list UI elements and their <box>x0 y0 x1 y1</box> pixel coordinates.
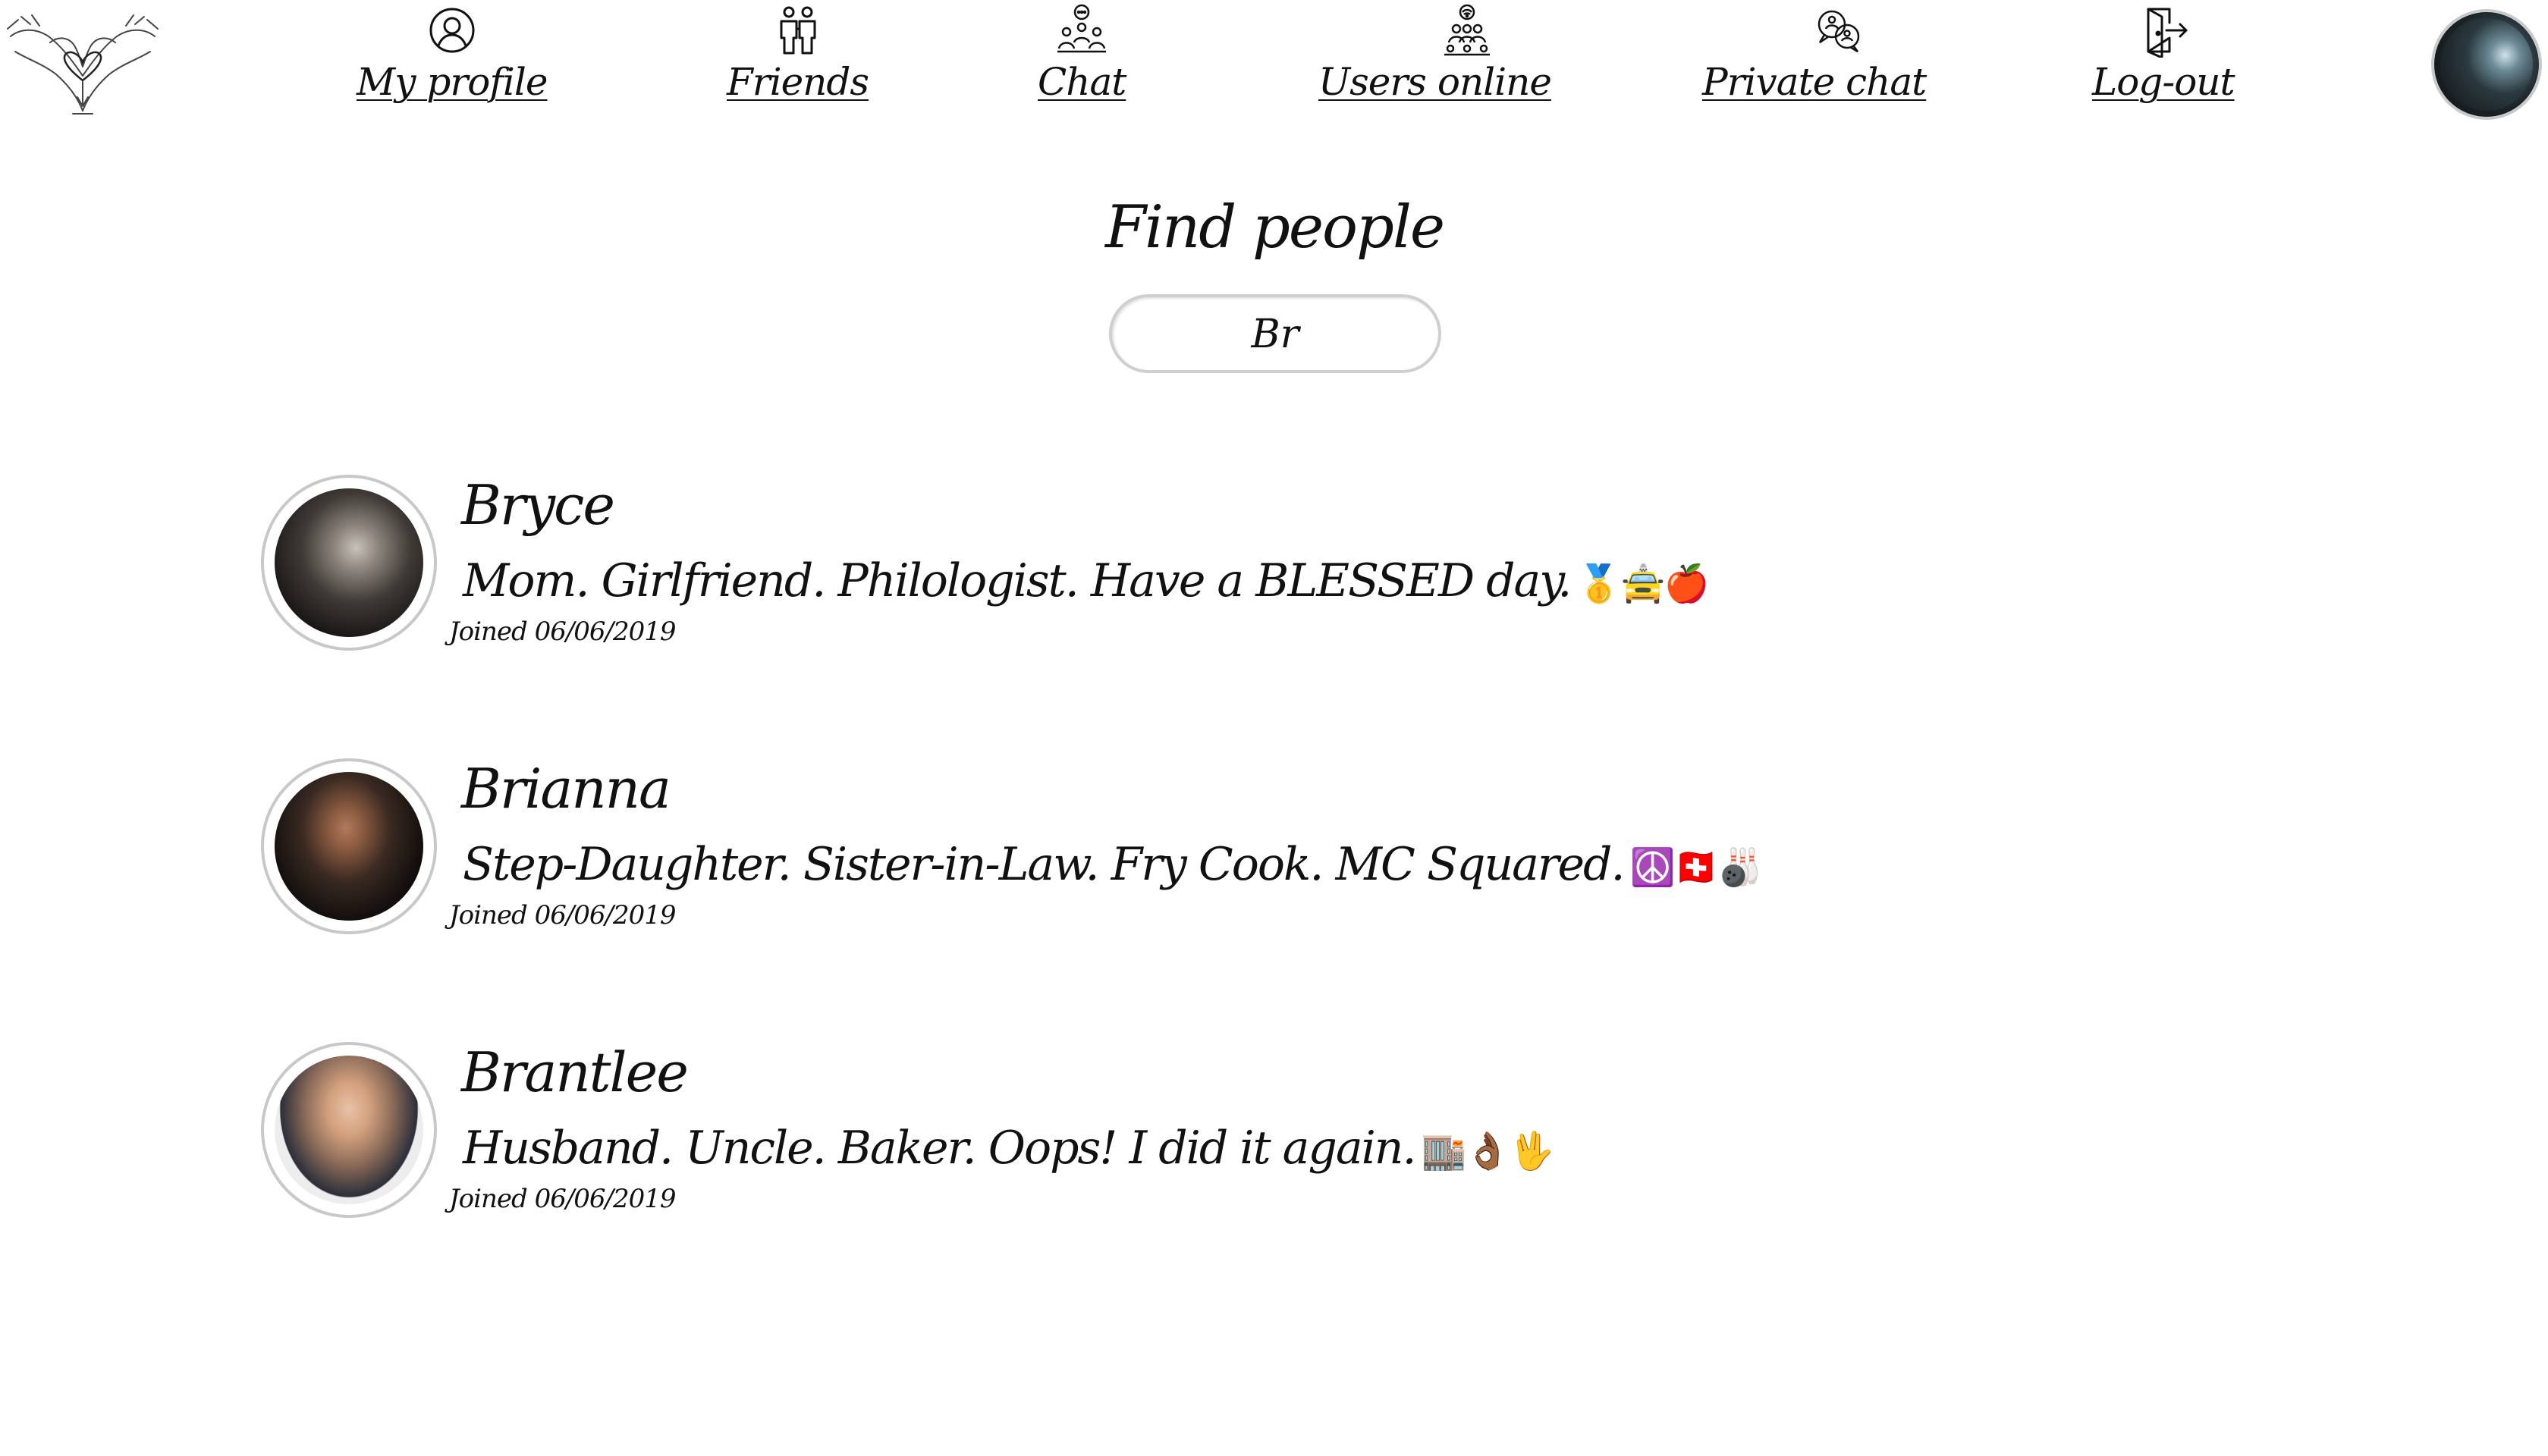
search-field-container[interactable] <box>1109 294 1441 373</box>
user-name[interactable]: Brianna <box>461 751 671 827</box>
joined-date: Joined 06/06/2019 <box>449 900 677 930</box>
nav-label-my-profile[interactable]: My profile <box>357 59 548 105</box>
nav-label-users-online[interactable]: Users online <box>1318 59 1552 105</box>
user-name[interactable]: Brantlee <box>461 1034 689 1110</box>
search-input[interactable] <box>1135 308 1415 361</box>
list-item: Brianna Step-Daughter. Sister-in-Law. Fr… <box>261 757 1778 940</box>
user-bio: Mom. Girlfriend. Philologist. Have a BLE… <box>463 551 1710 614</box>
avatar[interactable] <box>261 758 437 934</box>
nav-friends[interactable]: Friends <box>727 3 869 105</box>
user-bio-emojis: ☮️🇨🇭🎳 <box>1629 846 1763 889</box>
nav-label-log-out[interactable]: Log-out <box>2092 59 2235 105</box>
user-bio-text: Step-Daughter. Sister-in-Law. Fry Cook. … <box>463 838 1626 891</box>
avatar[interactable] <box>261 475 437 651</box>
user-bio-emojis: 🥇🚖🍎 <box>1576 563 1709 605</box>
joined-date: Joined 06/06/2019 <box>449 617 677 647</box>
private-chat-icon <box>1818 10 1859 53</box>
page-title: Find people <box>1104 193 1445 262</box>
logout-door-icon <box>2147 8 2188 58</box>
list-item: Bryce Mom. Girlfriend. Philologist. Have… <box>261 473 1778 657</box>
nav-label-friends[interactable]: Friends <box>727 59 869 105</box>
user-name[interactable]: Bryce <box>461 467 615 543</box>
nav-users-online[interactable]: Users online <box>1318 3 1552 105</box>
avatar[interactable] <box>261 1042 437 1218</box>
users-online-icon <box>1444 4 1491 56</box>
user-bio: Step-Daughter. Sister-in-Law. Fry Cook. … <box>463 834 1763 898</box>
user-circle-icon <box>429 8 475 53</box>
nav-chat[interactable]: Chat <box>1038 3 1126 105</box>
nav-label-chat[interactable]: Chat <box>1038 59 1126 105</box>
user-bio: Husband. Uncle. Baker. Oops! I did it ag… <box>463 1118 1554 1181</box>
nav-label-private-chat[interactable]: Private chat <box>1702 59 1927 105</box>
hands-heart-logo-icon[interactable] <box>5 6 161 120</box>
nav-my-profile[interactable]: My profile <box>357 3 548 105</box>
joined-date: Joined 06/06/2019 <box>449 1184 677 1214</box>
user-bio-text: Husband. Uncle. Baker. Oops! I did it ag… <box>463 1122 1417 1175</box>
list-item: Brantlee Husband. Uncle. Baker. Oops! I … <box>261 1040 1778 1224</box>
nav-log-out[interactable]: Log-out <box>2092 3 2235 105</box>
user-bio-emojis: 🏬👌🏾🖖 <box>1421 1130 1554 1172</box>
friends-icon <box>780 6 816 55</box>
user-bio-text: Mom. Girlfriend. Philologist. Have a BLE… <box>463 554 1572 607</box>
group-chat-icon <box>1057 4 1107 53</box>
nav-private-chat[interactable]: Private chat <box>1702 3 1927 105</box>
top-navigation: My profile Friends Chat Users online Pri… <box>0 0 2548 136</box>
current-user-avatar[interactable] <box>2431 9 2542 120</box>
